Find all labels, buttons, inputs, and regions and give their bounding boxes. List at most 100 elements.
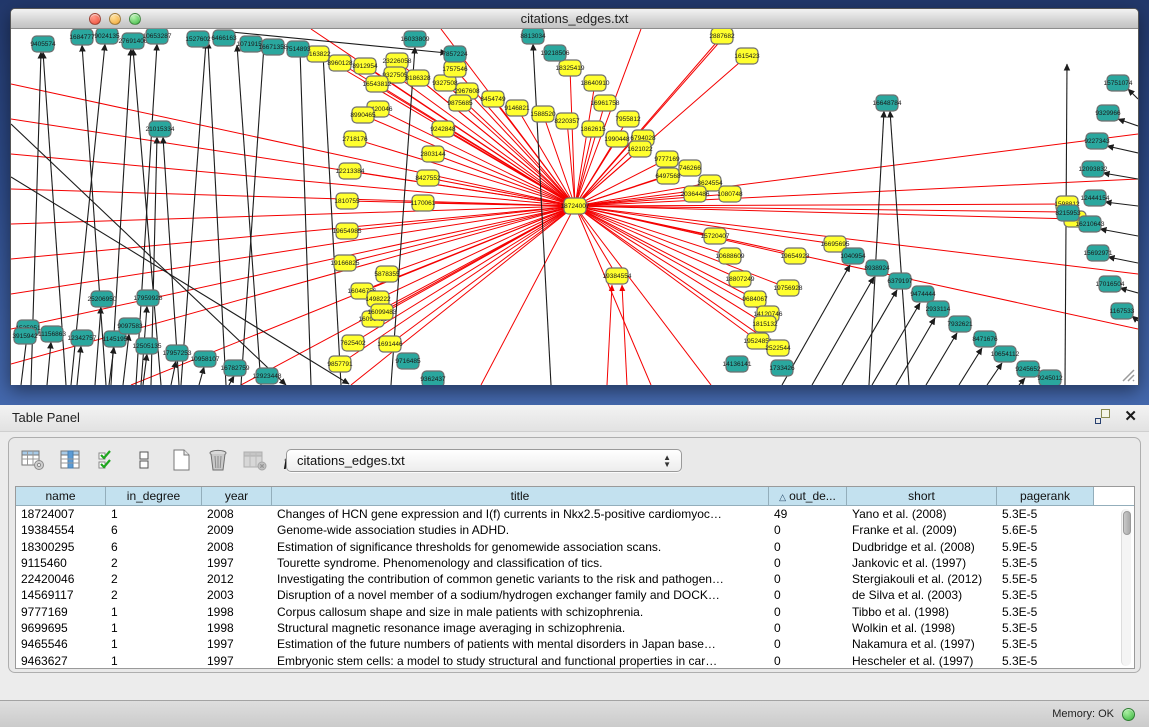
graph-node[interactable]: 8186328 xyxy=(405,70,431,86)
graph-node[interactable]: 8813034 xyxy=(520,29,546,44)
graph-edge[interactable] xyxy=(300,50,311,385)
graph-node[interactable]: 18325419 xyxy=(556,60,585,76)
graph-edge[interactable] xyxy=(143,354,147,385)
float-panel-icon[interactable] xyxy=(1095,409,1110,424)
graph-node[interactable]: 18640910 xyxy=(581,75,610,91)
column-header-short[interactable]: short xyxy=(847,487,997,506)
graph-node[interactable]: 9716485 xyxy=(395,353,421,369)
graph-node[interactable]: 1167533 xyxy=(1110,303,1135,319)
table-row[interactable]: 2242004622012Investigating the contribut… xyxy=(16,571,1134,587)
delete-column-button[interactable] xyxy=(204,448,232,476)
graph-node[interactable]: 9405574 xyxy=(30,36,56,52)
graph-node[interactable]: 19218506 xyxy=(541,45,570,61)
graph-edge[interactable] xyxy=(1118,119,1138,126)
graph-node[interactable]: 8220357 xyxy=(554,113,580,129)
graph-node[interactable]: 8454749 xyxy=(480,91,506,107)
graph-node[interactable]: 9857791 xyxy=(327,356,353,372)
graph-node[interactable]: 1170061 xyxy=(411,195,436,211)
graph-node[interactable]: 17957253 xyxy=(163,345,192,361)
graph-edge[interactable] xyxy=(575,206,711,385)
graph-node[interactable]: 9242848 xyxy=(430,121,456,137)
graph-edge[interactable] xyxy=(11,189,575,206)
graph-edge[interactable] xyxy=(133,49,161,385)
select-columns-button[interactable] xyxy=(93,448,121,476)
graph-node[interactable]: 9146821 xyxy=(504,100,530,116)
column-header-out_de[interactable]: △out_de... xyxy=(769,487,847,506)
graph-node[interactable]: 10958107 xyxy=(191,351,220,367)
graph-node[interactable]: 16782759 xyxy=(221,360,250,376)
graph-node[interactable]: 746266 xyxy=(679,160,701,176)
close-window-button[interactable] xyxy=(89,13,101,25)
graph-edge[interactable] xyxy=(1128,89,1138,99)
graph-node[interactable]: 9684067 xyxy=(742,291,768,307)
table-row[interactable]: 1456911722003Disruption of a novel membe… xyxy=(16,587,1134,603)
graph-node[interactable]: 1810755 xyxy=(334,193,360,209)
graph-edge[interactable] xyxy=(570,68,575,206)
graph-edge[interactable] xyxy=(229,376,234,385)
graph-node[interactable]: 1757546 xyxy=(442,61,468,77)
graph-edge[interactable] xyxy=(377,84,575,206)
graph-node[interactable]: 9474444 xyxy=(910,286,936,302)
graph-node[interactable]: 8427552 xyxy=(415,170,441,186)
graph-node[interactable]: 25206950 xyxy=(88,291,117,307)
graph-node[interactable]: 8912954 xyxy=(352,58,378,74)
graph-edge[interactable] xyxy=(345,206,575,263)
graph-node[interactable]: 1990448 xyxy=(604,131,630,147)
graph-edge[interactable] xyxy=(896,318,935,385)
table-row[interactable]: 911546021997Tourette syndrome. Phenomeno… xyxy=(16,555,1134,571)
table-row[interactable]: 1938455462009Genome-wide association stu… xyxy=(16,522,1134,538)
graph-node[interactable]: 21015334 xyxy=(146,121,175,137)
graph-node[interactable]: 1080748 xyxy=(717,186,743,202)
table-row[interactable]: 946554611997Estimation of the future num… xyxy=(16,636,1134,652)
graph-node[interactable]: 7625402 xyxy=(340,335,366,351)
graph-node[interactable]: 14136141 xyxy=(723,356,752,372)
column-header-pagerank[interactable]: pagerank xyxy=(997,487,1094,506)
graph-node[interactable]: 19654923 xyxy=(781,248,810,264)
graph-node[interactable]: 16671358 xyxy=(259,39,288,55)
graph-node[interactable]: 19166825 xyxy=(331,255,360,271)
graph-node[interactable]: 15692971 xyxy=(1084,245,1113,261)
graph-edge[interactable] xyxy=(959,348,982,385)
graph-edge[interactable] xyxy=(1103,173,1138,179)
graph-node[interactable]: 9024135 xyxy=(94,29,120,44)
column-header-name[interactable]: name xyxy=(16,487,106,506)
graph-node[interactable]: 16033809 xyxy=(401,31,430,47)
network-canvas[interactable]: 9163822896012889129542322605893275051654… xyxy=(11,29,1138,385)
graph-edge[interactable] xyxy=(323,54,341,385)
graph-node[interactable]: 7932621 xyxy=(947,316,973,332)
graph-node[interactable]: 1862615 xyxy=(580,121,606,137)
graph-node[interactable]: 1815132 xyxy=(752,316,778,332)
graph-node[interactable]: 8960128 xyxy=(327,55,353,71)
graph-node[interactable]: 9329966 xyxy=(1095,105,1121,121)
graph-edge[interactable] xyxy=(199,367,204,385)
scrollbar-thumb[interactable] xyxy=(1123,511,1131,535)
graph-edge[interactable] xyxy=(575,204,1067,206)
graph-edge[interactable] xyxy=(575,206,765,324)
graph-edge[interactable] xyxy=(987,363,1002,385)
graph-edge[interactable] xyxy=(872,303,920,385)
graph-edge[interactable] xyxy=(622,285,627,385)
graph-node[interactable]: 8215953 xyxy=(1055,205,1081,221)
table-row[interactable]: 1830029562008Estimation of significance … xyxy=(16,539,1134,555)
graph-node[interactable]: 1621022 xyxy=(627,141,653,157)
graph-node[interactable]: 12444154 xyxy=(1081,190,1110,206)
graph-node[interactable]: 18807249 xyxy=(726,271,755,287)
graph-node[interactable]: 2887682 xyxy=(709,29,735,44)
graph-edge[interactable] xyxy=(926,333,957,385)
table-vertical-scrollbar[interactable] xyxy=(1121,509,1131,666)
graph-node[interactable]: 3915942 xyxy=(12,328,38,344)
column-header-in_degree[interactable]: in_degree xyxy=(106,487,202,506)
graph-node[interactable]: 16099483 xyxy=(368,304,397,320)
graph-node[interactable]: 9875685 xyxy=(447,95,473,111)
zoom-window-button[interactable] xyxy=(129,13,141,25)
minimize-window-button[interactable] xyxy=(109,13,121,25)
graph-edge[interactable] xyxy=(1108,257,1138,263)
graph-node[interactable]: 5878355 xyxy=(374,266,400,282)
graph-node[interactable]: 15720407 xyxy=(701,228,730,244)
graph-node[interactable]: 12505135 xyxy=(133,338,162,354)
graph-node[interactable]: 9245012 xyxy=(1037,370,1063,385)
table-row[interactable]: 977716911998Corpus callosum shape and si… xyxy=(16,604,1134,620)
graph-edge[interactable] xyxy=(237,45,261,385)
column-header-year[interactable]: year xyxy=(202,487,272,506)
graph-edge[interactable] xyxy=(607,285,612,385)
